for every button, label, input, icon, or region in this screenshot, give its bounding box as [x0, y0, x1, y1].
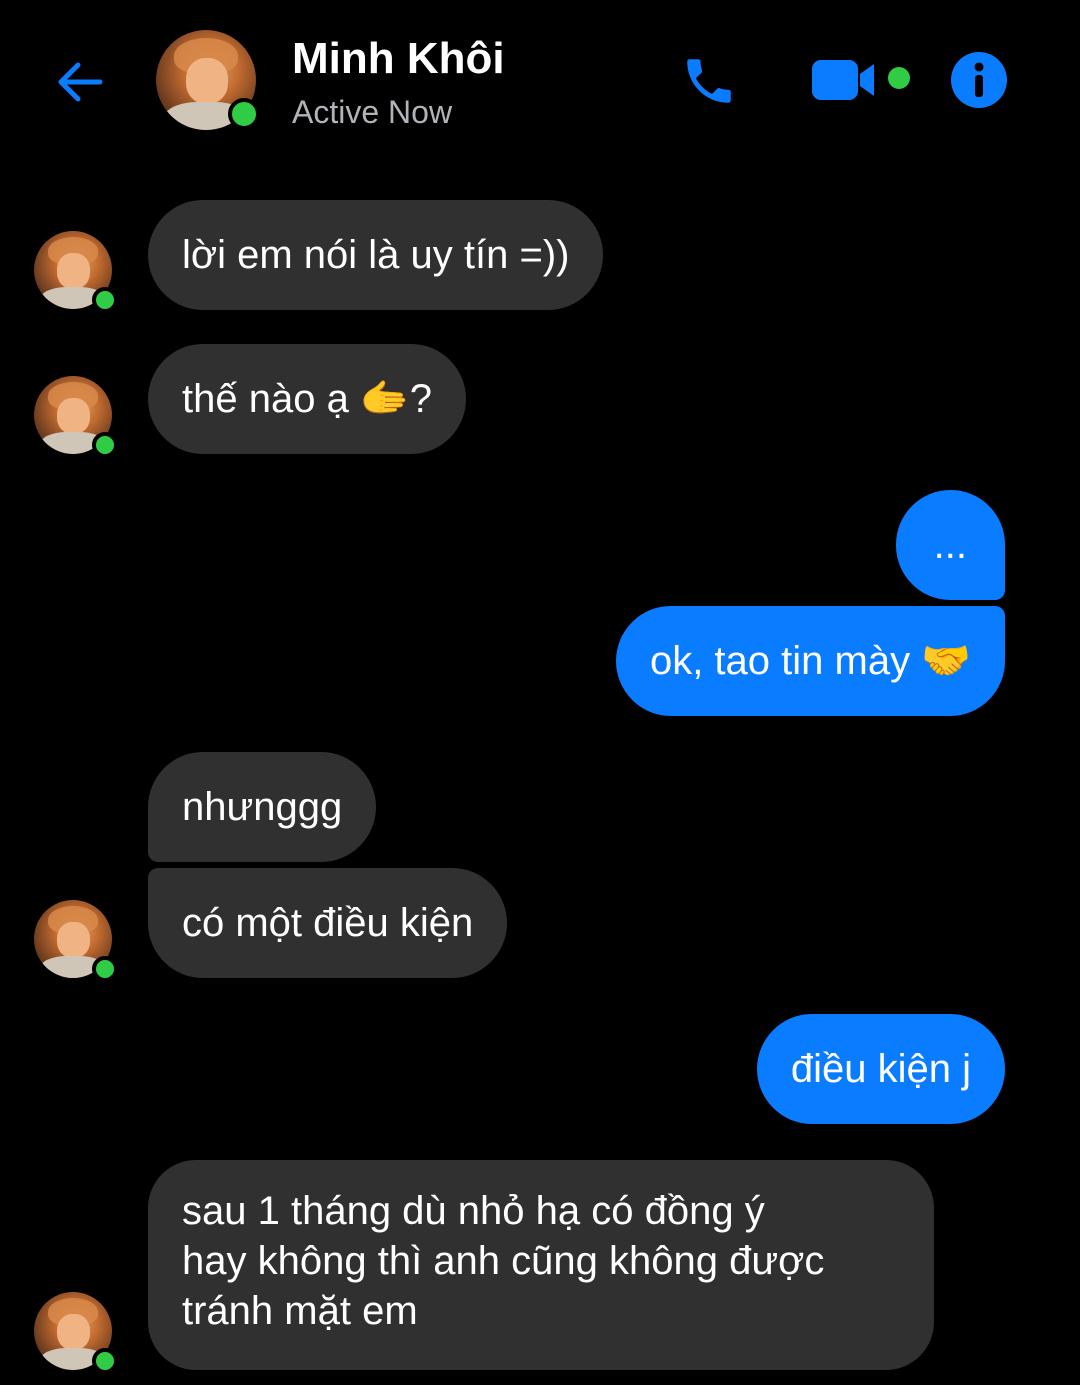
message-bubble-incoming[interactable]: lời em nói là uy tín =)) — [148, 200, 604, 310]
message-bubble-outgoing[interactable]: ok, tao tin mày 🤝 — [615, 606, 1005, 716]
message-line: sau 1 tháng dù nhỏ hạ có đồng ý — [182, 1189, 765, 1233]
contact-name[interactable]: Minh Khôi — [292, 34, 505, 84]
message-bubble-incoming[interactable]: sau 1 tháng dù nhỏ hạ có đồng ý hay khôn… — [148, 1160, 934, 1370]
message-line: tránh mặt em — [182, 1289, 418, 1333]
message-bubble-incoming[interactable]: có một điều kiện — [148, 868, 508, 978]
message-line: hay không thì anh cũng không được — [182, 1239, 825, 1283]
video-active-indicator — [888, 67, 910, 89]
chat-header: Minh Khôi Active Now — [0, 0, 1080, 160]
message-bubble-outgoing[interactable]: ... — [895, 490, 1005, 600]
back-button[interactable] — [50, 52, 110, 112]
sender-avatar[interactable] — [34, 900, 118, 982]
voice-call-button[interactable] — [680, 52, 738, 110]
online-status-indicator — [92, 1348, 118, 1374]
message-bubble-incoming[interactable]: thế nào ạ 🫱? — [148, 344, 466, 454]
message-bubble-incoming[interactable]: nhưnggg — [148, 752, 377, 862]
contact-status: Active Now — [292, 94, 453, 130]
video-camera-icon — [812, 60, 874, 100]
sender-avatar[interactable] — [34, 376, 118, 458]
sender-avatar[interactable] — [34, 231, 118, 313]
video-call-button[interactable] — [810, 56, 878, 104]
phone-icon — [687, 59, 731, 103]
back-arrow-icon — [58, 62, 103, 102]
online-status-indicator — [228, 98, 260, 130]
message-bubble-outgoing[interactable]: điều kiện j — [756, 1014, 1005, 1124]
online-status-indicator — [92, 432, 118, 458]
contact-avatar[interactable] — [156, 30, 260, 130]
online-status-indicator — [92, 956, 118, 982]
info-icon — [951, 52, 1007, 108]
info-button[interactable] — [950, 51, 1008, 109]
online-status-indicator — [92, 287, 118, 313]
sender-avatar[interactable] — [34, 1292, 118, 1374]
